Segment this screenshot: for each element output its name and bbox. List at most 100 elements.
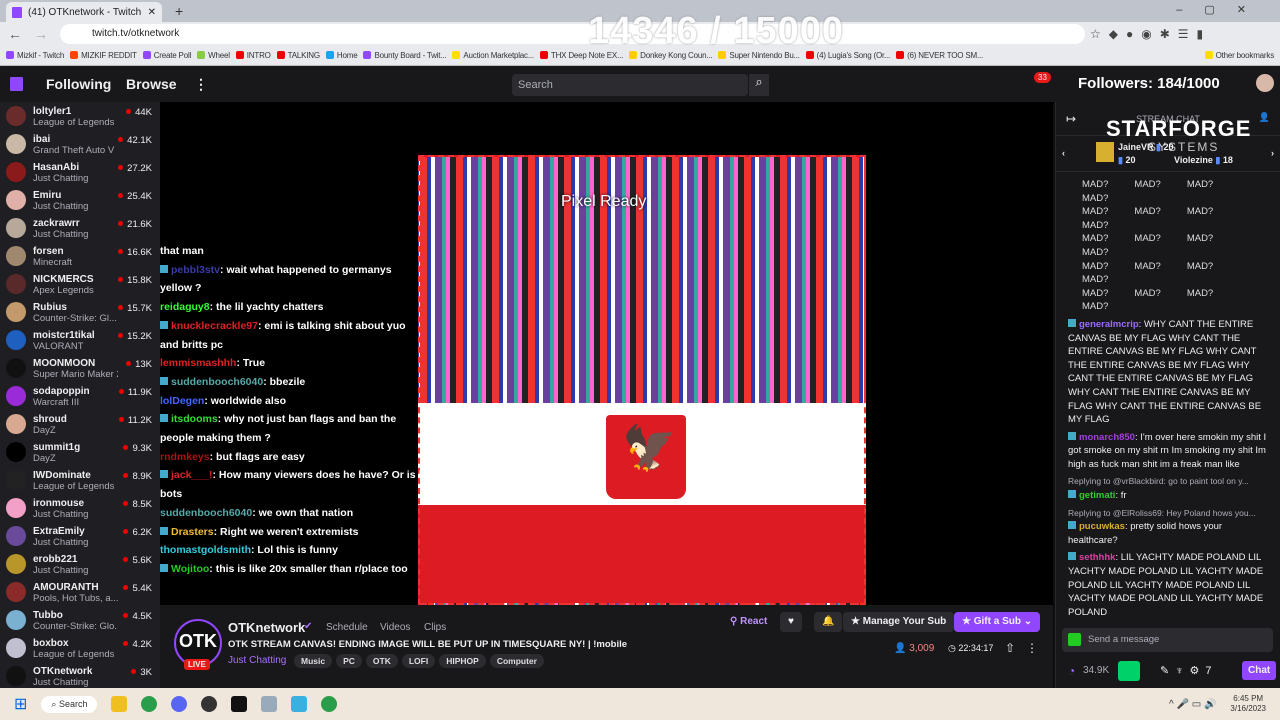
react-button[interactable]: ⚲ React xyxy=(730,616,767,627)
tag[interactable]: HIPHOP xyxy=(439,654,486,668)
windows-taskbar: ⊞ ⌕ Search ^ 🎤 ▭ 🔊 6:45 PM 3/16/2023 xyxy=(0,688,1280,720)
clock[interactable]: 6:45 PM 3/16/2023 xyxy=(1230,694,1266,714)
bookmark-icon xyxy=(235,51,244,59)
sidebar-channel[interactable]: sodapoppin Warcraft III 11.9K xyxy=(0,382,160,410)
bookmark[interactable]: Home xyxy=(325,51,358,60)
app-icon[interactable] xyxy=(231,696,248,712)
search-input[interactable]: Search xyxy=(512,74,748,96)
share-icon[interactable]: ⇧ xyxy=(1005,641,1015,655)
sidebar-channel[interactable]: ExtraEmily Just Chatting 6.2K xyxy=(0,522,160,550)
chat-tool-icons[interactable]: ✎♆⚙7 xyxy=(1160,664,1217,677)
tag[interactable]: OTK xyxy=(365,654,398,668)
more-menu-icon[interactable]: ⋮ xyxy=(194,76,208,93)
new-tab-button[interactable]: + xyxy=(175,3,183,19)
file-explorer-icon[interactable] xyxy=(111,696,128,712)
sidebar-channel[interactable]: NICKMERCS Apex Legends 15.8K xyxy=(0,270,160,298)
channel-name[interactable]: OTKnetwork xyxy=(228,620,305,635)
obs-icon[interactable] xyxy=(201,696,218,712)
gift-sub-button[interactable]: ★ Gift a Sub ⌄ xyxy=(954,612,1041,632)
chat-username[interactable]: generalmcrip xyxy=(1079,319,1139,330)
channel-points-icon[interactable]: ◔ xyxy=(1068,664,1075,678)
bookmark[interactable]: INTRO xyxy=(235,51,271,60)
prev-icon[interactable]: ‹ xyxy=(1062,148,1065,158)
sidebar-channel[interactable]: moistcr1tikal VALORANT 15.2K xyxy=(0,326,160,354)
app-icon[interactable] xyxy=(261,696,278,712)
sidebar-channel[interactable]: MOONMOON Super Mario Maker 2 13K xyxy=(0,354,160,382)
browser-tab[interactable]: (41) OTKnetwork - Twitch ✕ xyxy=(6,2,162,22)
bookmark[interactable]: Mizkif - Twitch xyxy=(6,51,64,60)
url-input[interactable]: twitch.tv/otknetwork xyxy=(60,24,1085,44)
bookmark[interactable]: (6) NEVER TOO SM... xyxy=(896,51,983,60)
sidebar-channel[interactable]: erobb221 Just Chatting 5.6K xyxy=(0,550,160,578)
sidebar-channel[interactable]: summit1g DayZ 9.3K xyxy=(0,438,160,466)
sidebar-channel[interactable]: OTKnetwork Just Chatting 3K xyxy=(0,662,160,690)
bookmark[interactable]: Bounty Board - Twit... xyxy=(363,51,447,60)
tag[interactable]: Computer xyxy=(489,654,544,668)
sidebar-channel[interactable]: forsen Minecraft 16.6K xyxy=(0,242,160,270)
follow-heart-button[interactable]: ♥ xyxy=(780,612,802,632)
bookmark[interactable]: MIZKIF REDDIT xyxy=(70,51,137,60)
more-options-icon[interactable]: ⋮ xyxy=(1026,641,1038,655)
sidebar-channel[interactable]: shroud DayZ 11.2K xyxy=(0,410,160,438)
window-controls[interactable]: –▢✕ xyxy=(1176,3,1268,16)
discord-icon[interactable] xyxy=(171,696,188,712)
chat-username[interactable]: pucuwkas xyxy=(1079,521,1125,532)
emote-icon[interactable] xyxy=(1068,633,1081,646)
sidebar-channel[interactable]: ibai Grand Theft Auto V 42.1K xyxy=(0,130,160,158)
chat-username[interactable]: monarch850 xyxy=(1079,432,1135,443)
chat-text: True xyxy=(242,357,266,370)
sidebar-channel[interactable]: zackrawrr Just Chatting 21.6K xyxy=(0,214,160,242)
bookmark[interactable]: Auction Marketplac... xyxy=(452,51,534,60)
tag[interactable]: PC xyxy=(336,654,362,668)
taskbar-search[interactable]: ⌕ Search xyxy=(41,695,98,713)
collapse-chat-icon[interactable]: ↦ xyxy=(1066,112,1076,126)
tag[interactable]: Music xyxy=(294,654,333,668)
overlay-chat-message: rndmkeys: but flags are easy xyxy=(160,450,305,463)
sidebar-channel[interactable]: Tubbo Counter-Strike: Glo... 4.5K xyxy=(0,606,160,634)
forward-icon[interactable]: → xyxy=(34,26,48,42)
sidebar-channel[interactable]: Rubius Counter-Strike: Gl... 15.7K xyxy=(0,298,160,326)
manage-sub-button[interactable]: ★ Manage Your Sub xyxy=(843,612,955,632)
users-icon[interactable]: 👤 xyxy=(1259,112,1270,123)
nav-following[interactable]: Following xyxy=(46,76,111,92)
chrome-icon[interactable] xyxy=(321,696,338,712)
nav-browse[interactable]: Browse xyxy=(126,76,177,92)
category-link[interactable]: Just Chatting xyxy=(228,655,286,666)
notifications-bell-button[interactable]: 🔔 xyxy=(814,612,843,632)
schedule-link[interactable]: Schedule xyxy=(326,622,368,633)
sidebar-channel[interactable]: Emiru Just Chatting 25.4K xyxy=(0,186,160,214)
videos-link[interactable]: Videos xyxy=(380,622,410,633)
chat-username[interactable]: getimati xyxy=(1079,490,1115,501)
bookmark[interactable]: Other bookmarks xyxy=(1204,51,1274,60)
twitch-logo-icon[interactable] xyxy=(10,77,23,91)
user-avatar[interactable] xyxy=(1256,74,1274,92)
bookmark[interactable]: Create Poll xyxy=(142,51,191,60)
tag[interactable]: LOFI xyxy=(401,654,436,668)
sidebar-channel[interactable]: loltyler1 League of Legends 44K xyxy=(0,102,160,130)
back-icon[interactable]: ← xyxy=(8,26,22,42)
sidebar-channel[interactable]: IWDominate League of Legends 8.9K xyxy=(0,466,160,494)
close-tab-icon[interactable]: ✕ xyxy=(148,7,156,18)
sidebar-channel[interactable]: AMOURANTH Pools, Hot Tubs, a... 5.4K xyxy=(0,578,160,606)
bookmark[interactable]: Wheel xyxy=(197,51,230,60)
extension-icons[interactable]: ☆◆●◉✱☰▮ xyxy=(1090,27,1211,41)
clips-link[interactable]: Clips xyxy=(424,622,446,633)
viewer-count: 21.6K xyxy=(118,219,152,230)
points-reward-button[interactable] xyxy=(1118,661,1140,681)
chat-text: the lil yachty chatters xyxy=(216,301,324,314)
notepad-icon[interactable] xyxy=(291,696,308,712)
bookmark[interactable]: TALKING xyxy=(276,51,320,60)
system-tray-icons[interactable]: ^ 🎤 ▭ 🔊 xyxy=(1169,699,1216,710)
windows-start-icon[interactable]: ⊞ xyxy=(14,694,27,714)
search-button[interactable]: ⌕ xyxy=(749,74,769,96)
chat-input[interactable]: Send a message xyxy=(1062,628,1273,652)
sidebar-channel[interactable]: boxbox League of Legends 4.2K xyxy=(0,634,160,662)
sidebar-channel[interactable]: ironmouse Just Chatting 8.5K xyxy=(0,494,160,522)
uptime: ◷ 22:34:17 xyxy=(948,643,994,653)
next-icon[interactable]: › xyxy=(1271,148,1274,158)
viewer-count: 11.9K xyxy=(119,387,152,398)
chrome-icon[interactable] xyxy=(141,696,158,712)
chat-username[interactable]: sethhhk xyxy=(1079,552,1115,563)
chat-send-button[interactable]: Chat xyxy=(1242,661,1277,680)
sidebar-channel[interactable]: HasanAbi Just Chatting 27.2K xyxy=(0,158,160,186)
